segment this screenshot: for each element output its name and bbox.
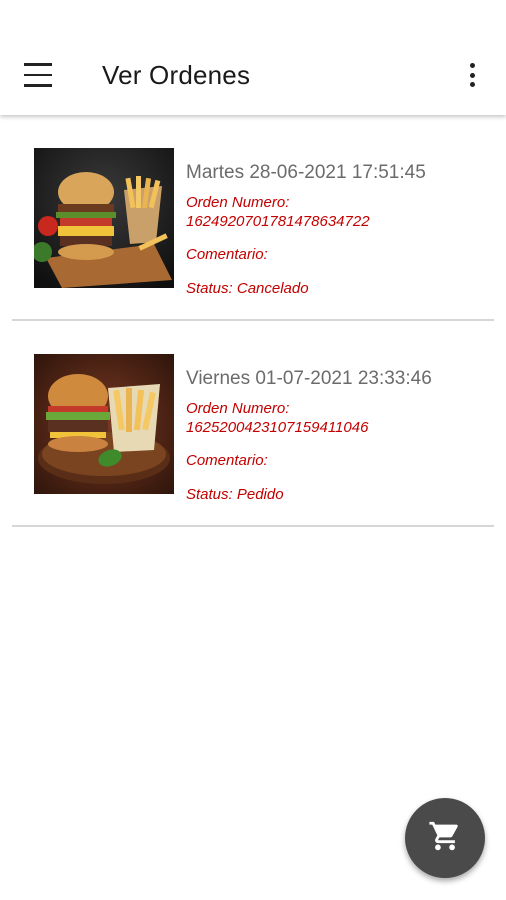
cart-button[interactable] [405, 798, 485, 878]
order-number: 16252004231071594110​46 [186, 419, 369, 436]
app-bar: Ver Ordenes [0, 0, 506, 115]
more-vert-icon[interactable] [462, 60, 482, 90]
order-item[interactable]: Viernes 01-07-2021 23:33:46 Orden Numero… [0, 321, 506, 527]
order-item[interactable]: Martes 28-06-2021 17:51:45 Orden Numero:… [0, 115, 506, 321]
order-thumbnail-image [34, 354, 174, 494]
order-comment: Comentario: [186, 246, 268, 263]
menu-icon[interactable] [22, 60, 58, 90]
cart-icon [428, 819, 462, 858]
order-status: Status: Pedido [186, 486, 284, 503]
order-number-label: Orden Numero: [186, 194, 290, 211]
order-date: Martes 28-06-2021 17:51:45 [186, 162, 426, 183]
order-date: Viernes 01-07-2021 23:33:46 [186, 368, 432, 389]
order-status: Status: Cancelado [186, 280, 309, 297]
orders-list: Martes 28-06-2021 17:51:45 Orden Numero:… [0, 115, 506, 527]
order-thumbnail-image [34, 148, 174, 288]
order-number-label: Orden Numero: [186, 400, 290, 417]
divider [12, 525, 494, 527]
order-number: 16249207017814786347​22 [186, 213, 370, 230]
order-comment: Comentario: [186, 452, 268, 469]
page-title: Ver Ordenes [102, 60, 251, 90]
